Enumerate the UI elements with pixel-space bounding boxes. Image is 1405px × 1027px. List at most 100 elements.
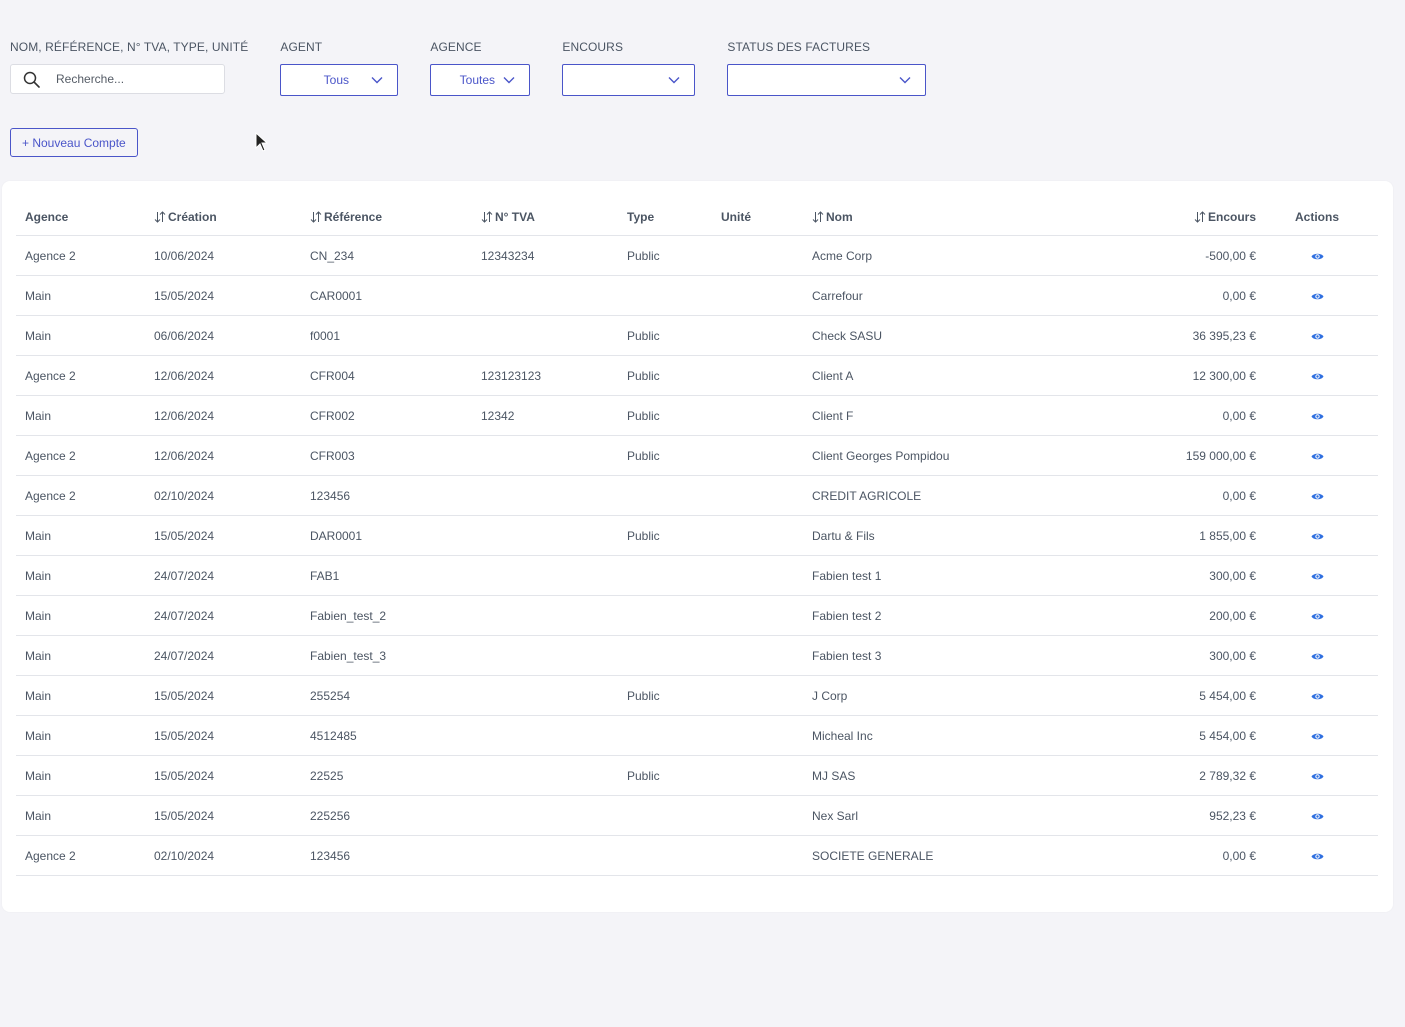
cell-unite bbox=[721, 435, 812, 476]
column-header-reference[interactable]: Référence bbox=[310, 199, 481, 236]
column-header-agence-label: Agence bbox=[25, 210, 69, 224]
cell-actions bbox=[1256, 515, 1378, 556]
search-input[interactable] bbox=[54, 71, 208, 87]
eye-icon[interactable] bbox=[1311, 372, 1324, 381]
table-row[interactable]: Agence 2 02/10/2024 123456 CREDIT AGRICOLE 0… bbox=[16, 475, 1378, 516]
cell-encours: 36 395,23 € bbox=[1082, 315, 1256, 356]
table-row[interactable]: Main 15/05/2024 4512485 Micheal Inc 5 454,00… bbox=[16, 715, 1378, 756]
encours-filter-label: ENCOURS bbox=[562, 40, 624, 54]
cell-type bbox=[627, 555, 721, 596]
cell-unite bbox=[721, 395, 812, 436]
cell-unite bbox=[721, 715, 812, 756]
cell-type bbox=[627, 475, 721, 516]
cell-type bbox=[627, 275, 721, 316]
eye-icon[interactable] bbox=[1311, 772, 1324, 781]
column-header-encours[interactable]: Encours bbox=[1082, 199, 1256, 236]
column-header-creation[interactable]: Création bbox=[154, 199, 310, 236]
new-account-button[interactable]: + Nouveau Compte bbox=[10, 128, 138, 157]
cell-unite bbox=[721, 795, 812, 836]
cell-agence: Main bbox=[16, 795, 154, 836]
column-header-type-label: Type bbox=[627, 210, 655, 224]
eye-icon[interactable] bbox=[1311, 812, 1324, 821]
cell-reference: 22525 bbox=[310, 755, 481, 796]
column-header-encours-label: Encours bbox=[1207, 210, 1256, 224]
table-row[interactable]: Agence 2 12/06/2024 CFR003 Public Client Geo… bbox=[16, 435, 1378, 476]
column-header-nom[interactable]: Nom bbox=[812, 199, 1082, 236]
cell-unite bbox=[721, 675, 812, 716]
cell-actions bbox=[1256, 835, 1378, 876]
encours-select[interactable] bbox=[562, 64, 696, 96]
cell-agence: Agence 2 bbox=[16, 475, 154, 516]
eye-icon[interactable] bbox=[1311, 292, 1324, 301]
table-row[interactable]: Main 24/07/2024 Fabien_test_2 Fabien test 2… bbox=[16, 595, 1378, 636]
agence-select[interactable]: Toutes bbox=[430, 64, 531, 96]
cell-tva bbox=[481, 515, 627, 556]
eye-icon[interactable] bbox=[1311, 612, 1324, 621]
cell-encours: 5 454,00 € bbox=[1082, 675, 1256, 716]
cell-tva bbox=[481, 555, 627, 596]
cell-reference: CN_234 bbox=[310, 235, 481, 276]
eye-icon[interactable] bbox=[1311, 692, 1324, 701]
table-row[interactable]: Main 06/06/2024 f0001 Public Check SASU 36 39… bbox=[16, 315, 1378, 356]
agent-select[interactable]: Tous bbox=[280, 64, 399, 96]
table-row[interactable]: Main 12/06/2024 CFR002 12342 Public Client F0… bbox=[16, 395, 1378, 436]
cell-tva bbox=[481, 755, 627, 796]
table-header-row: Agence Création Référence N° TVA Type Un… bbox=[16, 199, 1378, 236]
cell-creation: 15/05/2024 bbox=[154, 715, 310, 756]
cell-actions bbox=[1256, 555, 1378, 596]
table-row[interactable]: Main 15/05/2024 255254 Public J Corp 5 454,00… bbox=[16, 675, 1378, 716]
cell-reference: FAB1 bbox=[310, 555, 481, 596]
cell-actions bbox=[1256, 355, 1378, 396]
column-header-type: Type bbox=[627, 199, 721, 236]
cell-actions bbox=[1256, 435, 1378, 476]
table-row[interactable]: Main 15/05/2024 22525 Public MJ SAS 2 789,32 … bbox=[16, 755, 1378, 796]
cell-unite bbox=[721, 355, 812, 396]
cell-agence: Main bbox=[16, 755, 154, 796]
table-row[interactable]: Agence 2 12/06/2024 CFR004 123123123 Public C… bbox=[16, 355, 1378, 396]
table-row[interactable]: Main 24/07/2024 Fabien_test_3 Fabien test 3… bbox=[16, 635, 1378, 676]
eye-icon[interactable] bbox=[1311, 852, 1324, 861]
sort-icon bbox=[812, 211, 824, 223]
eye-icon[interactable] bbox=[1311, 452, 1324, 461]
cell-agence: Main bbox=[16, 275, 154, 316]
cell-creation: 02/10/2024 bbox=[154, 475, 310, 516]
search-box[interactable] bbox=[10, 64, 225, 94]
column-header-tva[interactable]: N° TVA bbox=[481, 199, 627, 236]
eye-icon[interactable] bbox=[1311, 532, 1324, 541]
cell-agence: Main bbox=[16, 515, 154, 556]
table-row[interactable]: Main 15/05/2024 DAR0001 Public Dartu & Fils 1… bbox=[16, 515, 1378, 556]
eye-icon[interactable] bbox=[1311, 492, 1324, 501]
cell-encours: 200,00 € bbox=[1082, 595, 1256, 636]
status-select[interactable] bbox=[727, 64, 927, 96]
cell-reference: CAR0001 bbox=[310, 275, 481, 316]
eye-icon[interactable] bbox=[1311, 332, 1324, 341]
cell-encours: 2 789,32 € bbox=[1082, 755, 1256, 796]
table-row[interactable]: Main 15/05/2024 225256 Nex Sarl 952,23 € bbox=[16, 795, 1378, 836]
cell-creation: 15/05/2024 bbox=[154, 515, 310, 556]
table-row[interactable]: Main 15/05/2024 CAR0001 Carrefour 0,00 € bbox=[16, 275, 1378, 316]
cell-creation: 12/06/2024 bbox=[154, 435, 310, 476]
agence-filter: AGENCE Toutes bbox=[430, 40, 531, 96]
eye-icon[interactable] bbox=[1311, 252, 1324, 261]
cell-unite bbox=[721, 835, 812, 876]
table-row[interactable]: Agence 2 10/06/2024 CN_234 12343234 Public Ac… bbox=[16, 235, 1378, 276]
table-row[interactable]: Main 24/07/2024 FAB1 Fabien test 1 300,00 € bbox=[16, 555, 1378, 596]
search-icon bbox=[23, 71, 40, 88]
eye-icon[interactable] bbox=[1311, 572, 1324, 581]
cell-tva: 12343234 bbox=[481, 235, 627, 276]
eye-icon[interactable] bbox=[1311, 652, 1324, 661]
column-header-creation-label: Création bbox=[168, 210, 217, 224]
cell-actions bbox=[1256, 275, 1378, 316]
column-header-actions: Actions bbox=[1256, 199, 1378, 236]
eye-icon[interactable] bbox=[1311, 412, 1324, 421]
sort-icon bbox=[310, 211, 322, 223]
cell-agence: Agence 2 bbox=[16, 235, 154, 276]
table-row[interactable]: Agence 2 02/10/2024 123456 SOCIETE GENERALE… bbox=[16, 835, 1378, 876]
cell-tva bbox=[481, 675, 627, 716]
eye-icon[interactable] bbox=[1311, 732, 1324, 741]
cell-reference: Fabien_test_3 bbox=[310, 635, 481, 676]
cell-tva bbox=[481, 595, 627, 636]
cell-encours: 300,00 € bbox=[1082, 635, 1256, 676]
cell-encours: 159 000,00 € bbox=[1082, 435, 1256, 476]
column-header-actions-label: Actions bbox=[1294, 210, 1339, 224]
